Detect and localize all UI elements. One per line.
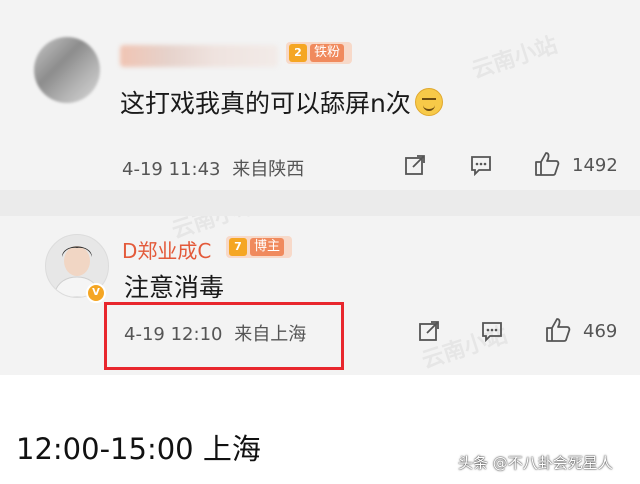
comment-time: 11:43 [168, 159, 221, 180]
like-icon[interactable] [544, 316, 572, 344]
crown-icon: 7 [229, 238, 247, 256]
caption: 12:00-15:00 上海 [16, 432, 261, 466]
blogger-tag: 博主 [250, 238, 285, 256]
verified-icon: V [86, 283, 106, 303]
share-icon[interactable] [418, 320, 440, 342]
crown-icon: 2 [289, 44, 307, 62]
fan-level-badge: 2 铁粉 [286, 42, 352, 64]
like-icon[interactable] [533, 150, 561, 178]
comment-text: 这打戏我真的可以舔屏n次 [120, 84, 443, 120]
comment-body: 这打戏我真的可以舔屏n次 [120, 89, 411, 118]
comment-location: 来自陕西 [232, 159, 305, 180]
username[interactable]: D郑业成C [122, 235, 211, 264]
comment-divider [0, 190, 640, 216]
comment-meta: 4-19 11:43 来自陕西 [122, 155, 304, 181]
comment-date: 4-19 [122, 159, 163, 180]
source-watermark: 头条 @不八卦会死星人 [458, 454, 613, 472]
highlight-box [104, 302, 344, 370]
comment-item: 2 铁粉 这打戏我真的可以舔屏n次 4-19 11:43 来自陕西 1492 [0, 0, 640, 190]
fan-level-badge: 7 博主 [226, 236, 292, 258]
like-count: 469 [583, 321, 618, 342]
fan-tag: 铁粉 [310, 44, 345, 62]
comment-icon[interactable] [481, 320, 503, 342]
username-blurred[interactable] [120, 45, 278, 67]
like-count: 1492 [572, 155, 618, 176]
weibo-comments-screenshot: 云南小站 云南小站 云南小站 2 铁粉 这打戏我真的可以舔屏n次 4-19 11… [0, 0, 640, 375]
smirk-emoji-icon [414, 88, 443, 116]
comment-text: 注意消毒 [124, 273, 225, 302]
comment-icon[interactable] [470, 154, 492, 176]
share-icon[interactable] [404, 154, 426, 176]
avatar[interactable] [34, 37, 100, 103]
